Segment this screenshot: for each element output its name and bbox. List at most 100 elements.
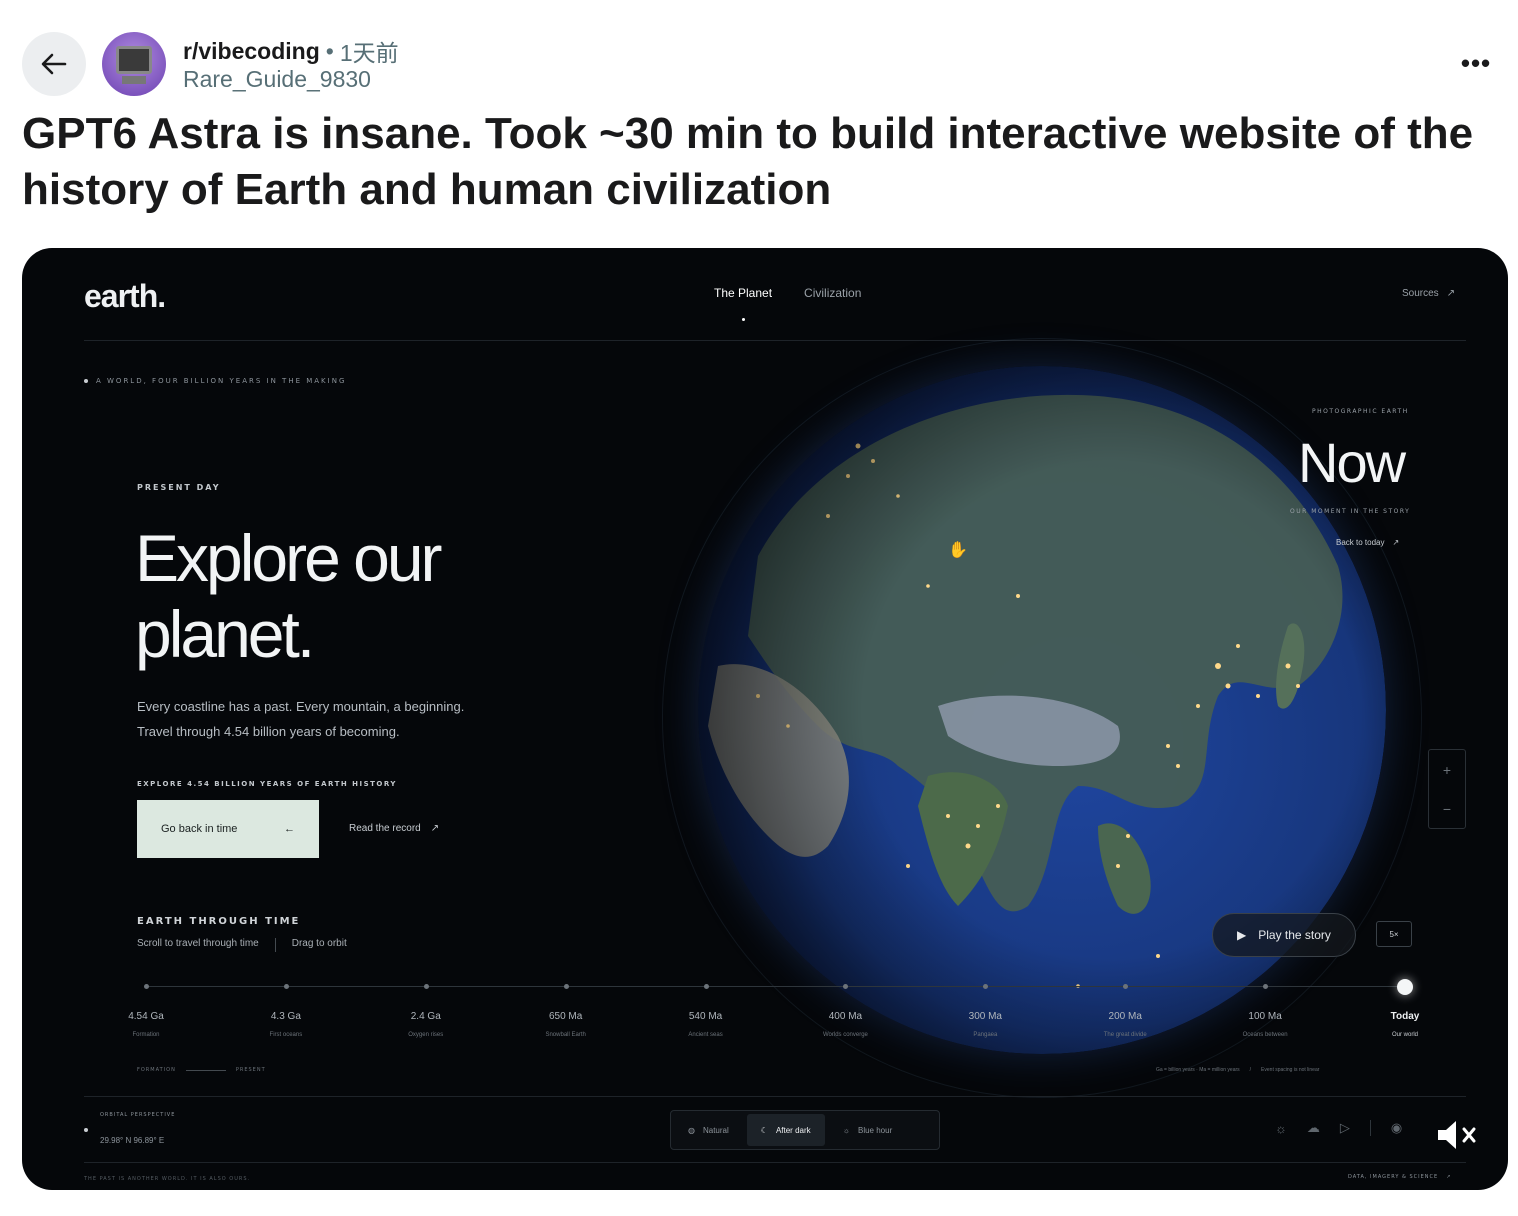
footer-divider: [84, 1096, 1466, 1097]
subreddit-avatar[interactable]: [102, 32, 166, 96]
sun-icon[interactable]: ☼: [1275, 1121, 1287, 1136]
nav-civilization[interactable]: Civilization: [804, 286, 861, 300]
speaker-muted-icon: [1438, 1121, 1476, 1149]
timeline-stop-age: 4.54 Ga: [128, 1011, 164, 1022]
view-tools: ☼ ☁ ▷ ◉: [1275, 1120, 1402, 1136]
nav-the-planet[interactable]: The Planet: [714, 286, 772, 300]
sources-link[interactable]: Sources ↗: [1402, 288, 1455, 299]
read-record-link[interactable]: Read the record ↗: [349, 823, 439, 834]
footer-credits-link[interactable]: DATA, IMAGERY & SCIENCE ↗: [1348, 1174, 1451, 1180]
arrow-left-icon: ←: [284, 823, 295, 835]
timeline-handle[interactable]: [1397, 979, 1413, 995]
timeline-stop-age: 4.3 Ga: [270, 1011, 301, 1022]
site-logo[interactable]: earth.: [84, 278, 166, 315]
timeline-stop[interactable]: Today Our world: [1350, 1011, 1460, 1038]
hint-divider: [274, 938, 276, 952]
post-header: r/vibecoding • 1天前 Rare_Guide_9830 •••: [0, 0, 1518, 110]
mode-natural[interactable]: ◍ Natural: [674, 1114, 743, 1146]
zoom-out-button[interactable]: −: [1443, 801, 1451, 817]
mode-blue-hour-label: Blue hour: [857, 1125, 893, 1135]
tagline: A WORLD, FOUR BILLION YEARS IN THE MAKIN…: [84, 377, 346, 385]
timeline-legend-right: Ga = billion years · Ma = million years …: [1156, 1067, 1319, 1073]
timeline-stop-age: 300 Ma: [968, 1011, 1002, 1022]
timeline-stop-label: Formation: [132, 1032, 160, 1038]
drag-hint: Drag to orbit: [291, 938, 347, 949]
mode-after-dark-label: After dark: [775, 1125, 811, 1135]
back-to-today-link[interactable]: Back to today ↗: [1336, 538, 1399, 547]
legend-units: Ga = billion years · Ma = million years: [1156, 1067, 1240, 1073]
tools-divider: [1369, 1120, 1371, 1136]
earth-through-time-hints: Scroll to travel through time Drag to or…: [137, 938, 347, 952]
arrow-up-right-icon: ↗: [1446, 288, 1456, 299]
timeline-marker[interactable]: [423, 984, 429, 989]
lighting-mode-switcher: ◍ Natural ☾ After dark ☼ Blue hour: [670, 1110, 940, 1150]
zoom-control: + −: [1428, 749, 1466, 829]
mode-blue-hour[interactable]: ☼ Blue hour: [829, 1114, 907, 1146]
arrow-up-right-icon: ↗: [430, 823, 440, 834]
timeline-marker[interactable]: [144, 984, 149, 989]
cloud-icon[interactable]: ☁: [1307, 1120, 1320, 1136]
eyebrow: PRESENT DAY: [137, 483, 221, 492]
zoom-in-button[interactable]: +: [1443, 762, 1451, 778]
mute-video-button[interactable]: [1436, 1118, 1482, 1152]
back-to-today-label: Back to today: [1336, 538, 1385, 547]
mode-after-dark[interactable]: ☾ After dark: [746, 1114, 825, 1146]
speed-button[interactable]: 5×: [1376, 921, 1412, 947]
timeline-marker[interactable]: [563, 984, 569, 989]
timeline-stop[interactable]: 400 Ma Worlds converge: [790, 1011, 900, 1038]
moon-icon: ☾: [760, 1125, 768, 1135]
arrow-up-right-icon: ↗: [1392, 538, 1400, 547]
footer-credits-label: DATA, IMAGERY & SCIENCE: [1348, 1174, 1439, 1180]
timeline-stop[interactable]: 2.4 Ga Oxygen rises: [371, 1011, 481, 1038]
timeline-stop[interactable]: 650 Ma Snowball Earth: [511, 1011, 621, 1038]
timeline-marker[interactable]: [283, 984, 289, 989]
orbital-label: ORBITAL PERSPECTIVE: [100, 1112, 176, 1118]
back-button[interactable]: [22, 32, 86, 96]
post-time: 1天前: [339, 40, 399, 66]
legend-bar: [185, 1069, 226, 1071]
timeline-stop-age: 2.4 Ga: [410, 1011, 441, 1022]
timeline-marker[interactable]: [703, 984, 709, 989]
timeline-stop-label: Snowball Earth: [545, 1032, 586, 1038]
go-back-label: Go back in time: [161, 823, 238, 835]
timeline-stop[interactable]: 4.54 Ga Formation: [91, 1011, 201, 1038]
timeline-stop-label: Our world: [1391, 1032, 1418, 1038]
play-story-button[interactable]: ▶ Play the story: [1212, 913, 1356, 957]
now-subtitle: OUR MOMENT IN THE STORY: [1290, 508, 1411, 515]
header-divider: [84, 340, 1466, 341]
play-outline-icon[interactable]: ▷: [1340, 1120, 1350, 1136]
timeline-stop[interactable]: 300 Ma Pangaea: [930, 1011, 1040, 1038]
legend-slash: /: [1249, 1067, 1252, 1073]
timeline-stop[interactable]: 540 Ma Ancient seas: [651, 1011, 761, 1038]
author-link[interactable]: Rare_Guide_9830: [183, 66, 371, 93]
globe-icon: ◍: [688, 1125, 695, 1135]
hero-subtext: Every coastline has a past. Every mounta…: [137, 694, 517, 744]
timeline-stop-label: Oxygen rises: [408, 1032, 444, 1038]
earth-through-time-title: EARTH THROUGH TIME: [137, 916, 301, 927]
post-media[interactable]: earth. The Planet Civilization Sources ↗…: [22, 248, 1508, 1190]
go-back-button[interactable]: Go back in time ←: [137, 800, 319, 858]
legend-spacing: Event spacing is not linear: [1261, 1067, 1320, 1073]
timeline-stop-label: First oceans: [269, 1032, 303, 1038]
timeline-stop[interactable]: 4.3 Ga First oceans: [231, 1011, 341, 1038]
explore-label: EXPLORE 4.54 BILLION YEARS OF EARTH HIST…: [137, 780, 397, 788]
timeline-stop-label: Worlds converge: [822, 1032, 868, 1038]
arrow-left-icon: [41, 53, 67, 75]
arrow-up-right-icon: ↗: [1446, 1174, 1452, 1180]
sources-label: Sources: [1402, 288, 1439, 299]
eye-icon[interactable]: ◉: [1391, 1120, 1402, 1136]
more-options-button[interactable]: •••: [1456, 48, 1496, 78]
play-icon: ▶: [1237, 928, 1247, 942]
timeline-stop[interactable]: 200 Ma The great divide: [1070, 1011, 1180, 1038]
timeline-stop-age: 100 Ma: [1248, 1011, 1282, 1022]
timeline-stop-age: 540 Ma: [688, 1011, 723, 1022]
mode-natural-label: Natural: [702, 1125, 729, 1135]
timeline-track[interactable]: [146, 986, 1406, 987]
subreddit-link[interactable]: r/vibecoding: [183, 38, 320, 65]
timeline-stop-label: Oceans between: [1242, 1032, 1288, 1038]
play-story-label: Play the story: [1258, 928, 1331, 942]
orbital-coordinates: 29.98° N 96.89° E: [100, 1136, 165, 1145]
hero-heading: Explore our planet.: [135, 520, 443, 672]
site-nav: The Planet Civilization: [714, 286, 861, 300]
timeline-stop[interactable]: 100 Ma Oceans between: [1210, 1011, 1320, 1038]
